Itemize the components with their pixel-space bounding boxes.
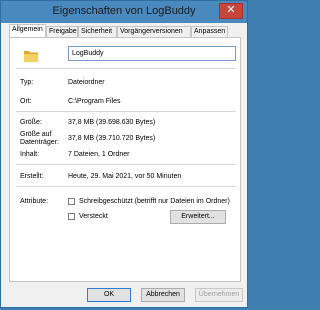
- attributes-label: Attribute:: [20, 198, 49, 205]
- contents-value: 7 Dateien, 1 Ordner: [68, 151, 130, 158]
- disk-size-label-line1: Größe auf: [20, 131, 52, 138]
- divider: [16, 186, 236, 187]
- contents-label: Inhalt:: [20, 151, 40, 158]
- type-label: Typ:: [20, 79, 34, 86]
- cancel-button[interactable]: Abbrechen: [141, 288, 185, 302]
- advanced-button[interactable]: Erweitert...: [170, 210, 226, 224]
- disk-size-label: Größe auf Datenträger:: [20, 131, 59, 147]
- title-bar[interactable]: Eigenschaften von LogBuddy ✕: [1, 1, 247, 23]
- readonly-checkbox[interactable]: [68, 198, 75, 205]
- folder-icon: [24, 51, 38, 62]
- tab-freigabe[interactable]: Freigabe: [46, 26, 78, 37]
- disk-size-value: 37,8 MB (39.710.720 Bytes): [68, 135, 156, 142]
- properties-window: Eigenschaften von LogBuddy ✕ Allgemein F…: [0, 0, 248, 308]
- hidden-checkbox[interactable]: [68, 213, 75, 220]
- divider: [16, 68, 236, 69]
- close-icon: ✕: [226, 4, 236, 16]
- location-value: C:\Program Files: [68, 98, 121, 105]
- disk-size-label-line2: Datenträger:: [20, 139, 59, 146]
- divider: [16, 164, 236, 165]
- close-button[interactable]: ✕: [219, 3, 243, 19]
- size-label: Größe:: [20, 119, 42, 126]
- ok-button[interactable]: OK: [87, 288, 131, 302]
- hidden-label[interactable]: Versteckt: [79, 213, 108, 220]
- general-panel: LogBuddy Typ: Dateiordner Ort: C:\Progra…: [9, 37, 241, 282]
- tab-allgemein[interactable]: Allgemein: [9, 24, 46, 37]
- location-label: Ort:: [20, 98, 32, 105]
- tab-sicherheit[interactable]: Sicherheit: [78, 26, 117, 37]
- tab-vorgaengerversionen[interactable]: Vorgängerversionen: [117, 26, 191, 37]
- type-value: Dateiordner: [68, 79, 105, 86]
- divider: [16, 111, 236, 112]
- apply-button[interactable]: Übernehmen: [195, 288, 243, 302]
- created-label: Erstellt:: [20, 173, 44, 180]
- folder-name-input[interactable]: LogBuddy: [68, 46, 236, 61]
- window-title: Eigenschaften von LogBuddy: [52, 5, 196, 17]
- created-value: Heute, 29. Mai 2021, vor 50 Minuten: [68, 173, 182, 180]
- tab-anpassen[interactable]: Anpassen: [191, 26, 228, 37]
- readonly-label[interactable]: Schreibgeschützt (betrifft nur Dateien i…: [79, 198, 230, 205]
- size-value: 37,8 MB (39.698.630 Bytes): [68, 119, 156, 126]
